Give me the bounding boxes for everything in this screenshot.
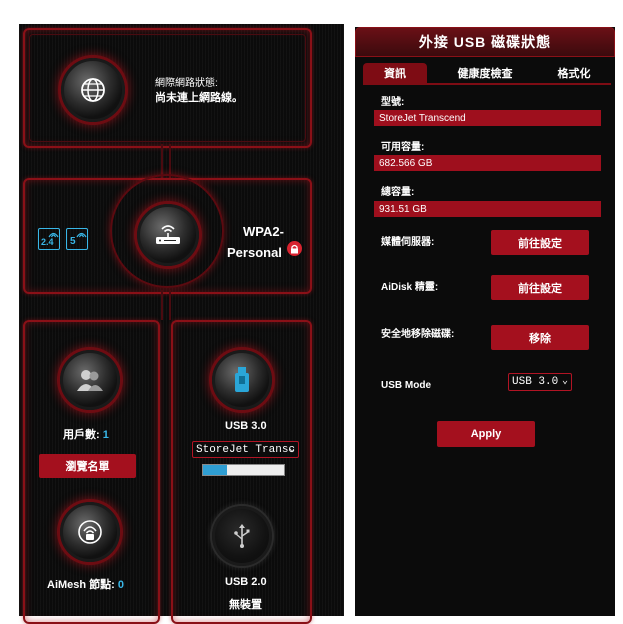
apply-button[interactable]: Apply xyxy=(437,421,535,447)
lock-icon xyxy=(287,241,302,256)
usb-drive-icon xyxy=(235,367,249,392)
aimesh-count: 0 xyxy=(117,579,125,591)
aimesh-label: AiMesh 節點: 0 xyxy=(47,579,125,591)
wifi-waves-icon xyxy=(48,232,59,238)
security-line1: WPA2- xyxy=(243,224,284,239)
clients-label: 用戶數: 1 xyxy=(63,429,109,441)
usb-status-panel: 外接 USB 磁碟狀態 資訊 健康度檢查 格式化 型號: StoreJet Tr… xyxy=(355,27,615,616)
tab-info[interactable]: 資訊 xyxy=(363,63,427,83)
connector-line xyxy=(161,290,171,320)
usb-panel-tabs: 資訊 健康度檢查 格式化 xyxy=(363,63,609,83)
available-capacity-value: 682.566 GB xyxy=(374,155,601,171)
usb-usage-bar xyxy=(202,464,285,476)
total-capacity-value: 931.51 GB xyxy=(374,201,601,217)
band-5-label: 5 xyxy=(70,236,76,247)
aidisk-label: AiDisk 精靈: xyxy=(381,282,439,293)
chevron-down-icon: ⌄ xyxy=(561,376,568,387)
usb30-label: USB 3.0 xyxy=(225,420,267,432)
total-capacity-label: 總容量: xyxy=(381,187,415,198)
aimesh-icon xyxy=(78,520,102,544)
model-value: StoreJet Transcend xyxy=(374,110,601,126)
clients-count: 1 xyxy=(102,429,109,441)
tab-underline xyxy=(363,83,611,85)
internet-globe-button[interactable] xyxy=(61,58,125,122)
media-server-label: 媒體伺服器: xyxy=(381,237,435,248)
network-map-panel: 網際網路狀態: 尚未連上網路線。 2.4 5 WPA2- Personal 用戶… xyxy=(19,24,344,624)
usb-panel-title: 外接 USB 磁碟狀態 xyxy=(355,27,615,57)
internet-status-label: 網際網路狀態: xyxy=(155,78,218,89)
users-icon xyxy=(77,370,103,391)
wifi-24ghz-icon[interactable]: 2.4 xyxy=(38,228,60,250)
usb-mode-label: USB Mode xyxy=(381,380,431,391)
router-icon xyxy=(156,225,180,244)
usb-mode-select[interactable]: USB 3.0 ⌄ xyxy=(508,373,572,391)
wifi-5ghz-icon[interactable]: 5 xyxy=(66,228,88,250)
chevron-down-icon: ⌄ xyxy=(288,444,295,455)
clients-button[interactable] xyxy=(60,350,120,410)
usb20-button[interactable] xyxy=(212,506,272,566)
tab-health-check[interactable]: 健康度檢查 xyxy=(445,63,525,83)
media-server-settings-button[interactable]: 前往設定 xyxy=(491,230,589,255)
security-line2: Personal xyxy=(227,245,282,260)
usb-symbol-icon xyxy=(234,524,250,548)
band-24-label: 2.4 xyxy=(41,237,54,247)
tab-format[interactable]: 格式化 xyxy=(539,63,609,83)
aimesh-button[interactable] xyxy=(60,502,120,562)
available-capacity-label: 可用容量: xyxy=(381,142,425,153)
eject-button[interactable]: 移除 xyxy=(491,325,589,350)
connector-line xyxy=(161,144,171,178)
aidisk-settings-button[interactable]: 前往設定 xyxy=(491,275,589,300)
usb-device-select[interactable]: StoreJet Transc ⌄ xyxy=(192,441,299,458)
usb20-status: 無裝置 xyxy=(229,599,262,611)
router-button[interactable] xyxy=(137,204,199,266)
internet-status-value: 尚未連上網路線。 xyxy=(155,92,243,104)
usb30-button[interactable] xyxy=(212,350,272,410)
usb-usage-fill xyxy=(203,465,228,475)
model-label: 型號: xyxy=(381,97,405,108)
usb-mode-value: USB 3.0 xyxy=(512,376,559,388)
safe-remove-label: 安全地移除磁碟: xyxy=(381,329,455,340)
usb-device-value: StoreJet Transc xyxy=(196,443,296,456)
view-list-button[interactable]: 瀏覽名單 xyxy=(39,454,136,478)
wifi-waves-icon xyxy=(76,232,87,238)
globe-icon xyxy=(81,78,105,102)
usb20-label: USB 2.0 xyxy=(225,576,267,588)
